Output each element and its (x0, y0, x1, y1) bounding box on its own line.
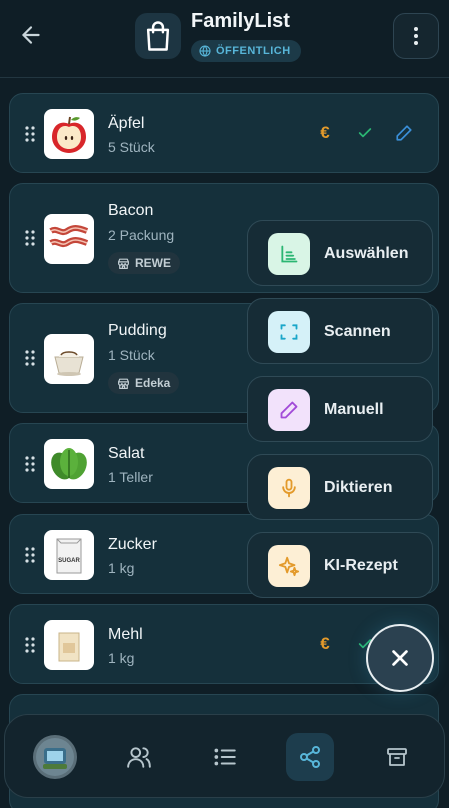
grip-icon (25, 230, 35, 246)
item-quantity: 1 Stück (108, 347, 155, 363)
flour-image (44, 620, 94, 670)
store-icon (118, 378, 129, 389)
visibility-badge[interactable]: ÖFFENTLICH (191, 40, 301, 62)
app-header: FamilyList ÖFFENTLICH (0, 0, 449, 78)
drag-handle[interactable] (25, 637, 35, 653)
chart-select-icon (268, 233, 310, 275)
item-quantity: 1 kg (108, 650, 135, 666)
nav-archive[interactable] (373, 733, 421, 781)
visibility-label: ÖFFENTLICH (216, 45, 291, 57)
pudding-image (44, 334, 94, 384)
menu-item-ai-recipe[interactable]: KI-Rezept (247, 532, 433, 598)
users-icon (127, 747, 151, 768)
store-name: Edeka (135, 376, 171, 390)
grip-icon (25, 350, 35, 366)
sugar-image: SUGAR (44, 530, 94, 580)
drag-handle[interactable] (25, 456, 35, 472)
list-icon (214, 748, 236, 766)
grip-icon (25, 126, 35, 142)
nav-users[interactable] (115, 733, 163, 781)
close-icon (392, 650, 408, 666)
more-vertical-icon (414, 27, 418, 45)
pencil-icon (268, 389, 310, 431)
salad-image (44, 439, 94, 489)
nav-share[interactable] (286, 733, 334, 781)
item-name: Salat (108, 445, 145, 462)
menu-item-label: Diktieren (324, 479, 393, 496)
euro-icon[interactable]: € (314, 633, 336, 655)
back-button[interactable] (18, 22, 44, 48)
more-menu-button[interactable] (393, 13, 439, 59)
close-menu-button[interactable] (366, 624, 434, 692)
item-quantity: 1 Teller (108, 469, 153, 485)
bacon-image (44, 214, 94, 264)
scan-icon (268, 311, 310, 353)
sparkles-icon (268, 545, 310, 587)
arrow-left-icon (22, 26, 40, 44)
grip-icon (25, 456, 35, 472)
menu-item-label: KI-Rezept (324, 557, 398, 574)
euro-icon[interactable]: € (314, 122, 336, 144)
grip-icon (25, 637, 35, 653)
store-tag: Edeka (108, 372, 180, 394)
item-name: Bacon (108, 202, 154, 219)
menu-item-label: Scannen (324, 323, 391, 340)
store-tag: REWE (108, 252, 180, 274)
bottom-navigation (4, 714, 445, 798)
menu-item-scan[interactable]: Scannen (247, 298, 433, 364)
menu-item-label: Auswählen (324, 245, 409, 262)
check-icon[interactable] (354, 122, 376, 144)
shopping-bag-icon (146, 21, 170, 51)
microphone-icon (268, 467, 310, 509)
item-quantity: 2 Packung (108, 227, 175, 243)
grip-icon (25, 547, 35, 563)
avatar[interactable] (33, 735, 77, 779)
menu-item-dictate[interactable]: Diktieren (247, 454, 433, 520)
store-icon (118, 258, 129, 269)
item-name: Pudding (108, 322, 167, 339)
nav-list[interactable] (201, 733, 249, 781)
item-name: Mehl (108, 626, 143, 643)
menu-item-label: Manuell (324, 401, 384, 418)
apple-image (44, 109, 94, 159)
drag-handle[interactable] (25, 547, 35, 563)
drag-handle[interactable] (25, 230, 35, 246)
page-title: FamilyList (191, 10, 290, 32)
globe-icon (199, 45, 211, 57)
list-item[interactable]: Äpfel 5 Stück € (9, 93, 439, 173)
item-quantity: 1 kg (108, 560, 135, 576)
item-quantity: 5 Stück (108, 139, 155, 155)
menu-item-select[interactable]: Auswählen (247, 220, 433, 286)
archive-icon (387, 748, 407, 766)
sugar-label: SUGAR (58, 558, 80, 564)
drag-handle[interactable] (25, 126, 35, 142)
list-logo (135, 13, 181, 59)
item-name: Zucker (108, 536, 157, 553)
share-icon (300, 746, 320, 768)
edit-icon[interactable] (393, 122, 415, 144)
drag-handle[interactable] (25, 350, 35, 366)
store-name: REWE (135, 256, 171, 270)
menu-item-manual[interactable]: Manuell (247, 376, 433, 442)
item-name: Äpfel (108, 115, 145, 132)
